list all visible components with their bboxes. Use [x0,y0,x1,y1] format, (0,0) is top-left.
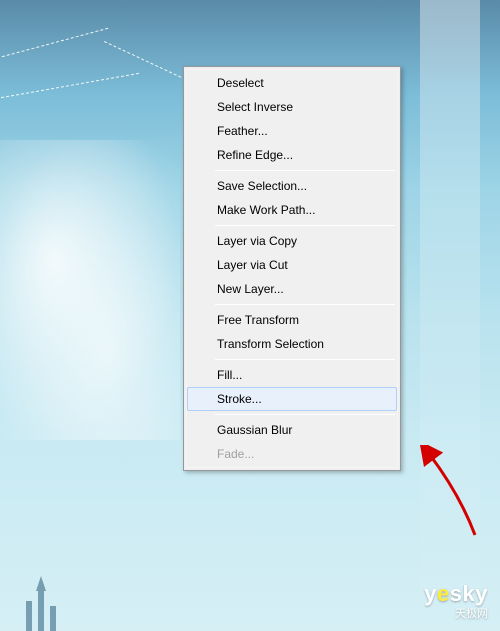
menu-item-label: Stroke... [217,392,262,406]
menu-item-label: Fade... [217,447,254,461]
context-menu: Deselect Select Inverse Feather... Refine E… [183,66,401,471]
marching-ants-selection [1,73,139,98]
watermark: yesky 天极网 [424,581,488,621]
menu-item-stroke[interactable]: Stroke... [187,387,397,411]
menu-separator [215,359,395,360]
menu-item-save-selection[interactable]: Save Selection... [187,174,397,198]
menu-item-layer-via-cut[interactable]: Layer via Cut [187,253,397,277]
menu-item-fade: Fade... [187,442,397,466]
menu-item-label: Feather... [217,124,268,138]
menu-item-layer-via-copy[interactable]: Layer via Copy [187,229,397,253]
menu-item-refine-edge[interactable]: Refine Edge... [187,143,397,167]
watermark-subtitle: 天极网 [424,605,488,621]
menu-item-label: Fill... [217,368,242,382]
menu-item-label: Select Inverse [217,100,293,114]
menu-item-gaussian-blur[interactable]: Gaussian Blur [187,418,397,442]
marching-ants-selection [104,41,186,80]
menu-item-label: Save Selection... [217,179,307,193]
menu-separator [215,225,395,226]
menu-item-label: Refine Edge... [217,148,293,162]
watermark-text: e [437,581,450,606]
menu-item-fill[interactable]: Fill... [187,363,397,387]
background-light-beam [420,0,480,631]
menu-separator [215,304,395,305]
background-clouds [0,140,180,440]
watermark-text: sky [450,581,488,606]
watermark-text: y [424,581,437,606]
menu-item-make-work-path[interactable]: Make Work Path... [187,198,397,222]
menu-item-new-layer[interactable]: New Layer... [187,277,397,301]
menu-separator [215,170,395,171]
menu-item-label: New Layer... [217,282,284,296]
menu-item-deselect[interactable]: Deselect [187,71,397,95]
menu-item-free-transform[interactable]: Free Transform [187,308,397,332]
menu-item-label: Make Work Path... [217,203,315,217]
menu-item-select-inverse[interactable]: Select Inverse [187,95,397,119]
menu-item-label: Layer via Copy [217,234,297,248]
menu-item-transform-selection[interactable]: Transform Selection [187,332,397,356]
menu-item-label: Transform Selection [217,337,324,351]
menu-item-label: Deselect [217,76,264,90]
menu-separator [215,414,395,415]
marching-ants-selection [2,28,109,57]
background-structure [18,571,68,631]
menu-item-label: Gaussian Blur [217,423,292,437]
menu-item-feather[interactable]: Feather... [187,119,397,143]
watermark-brand: yesky [424,581,488,607]
menu-item-label: Free Transform [217,313,299,327]
menu-item-label: Layer via Cut [217,258,288,272]
